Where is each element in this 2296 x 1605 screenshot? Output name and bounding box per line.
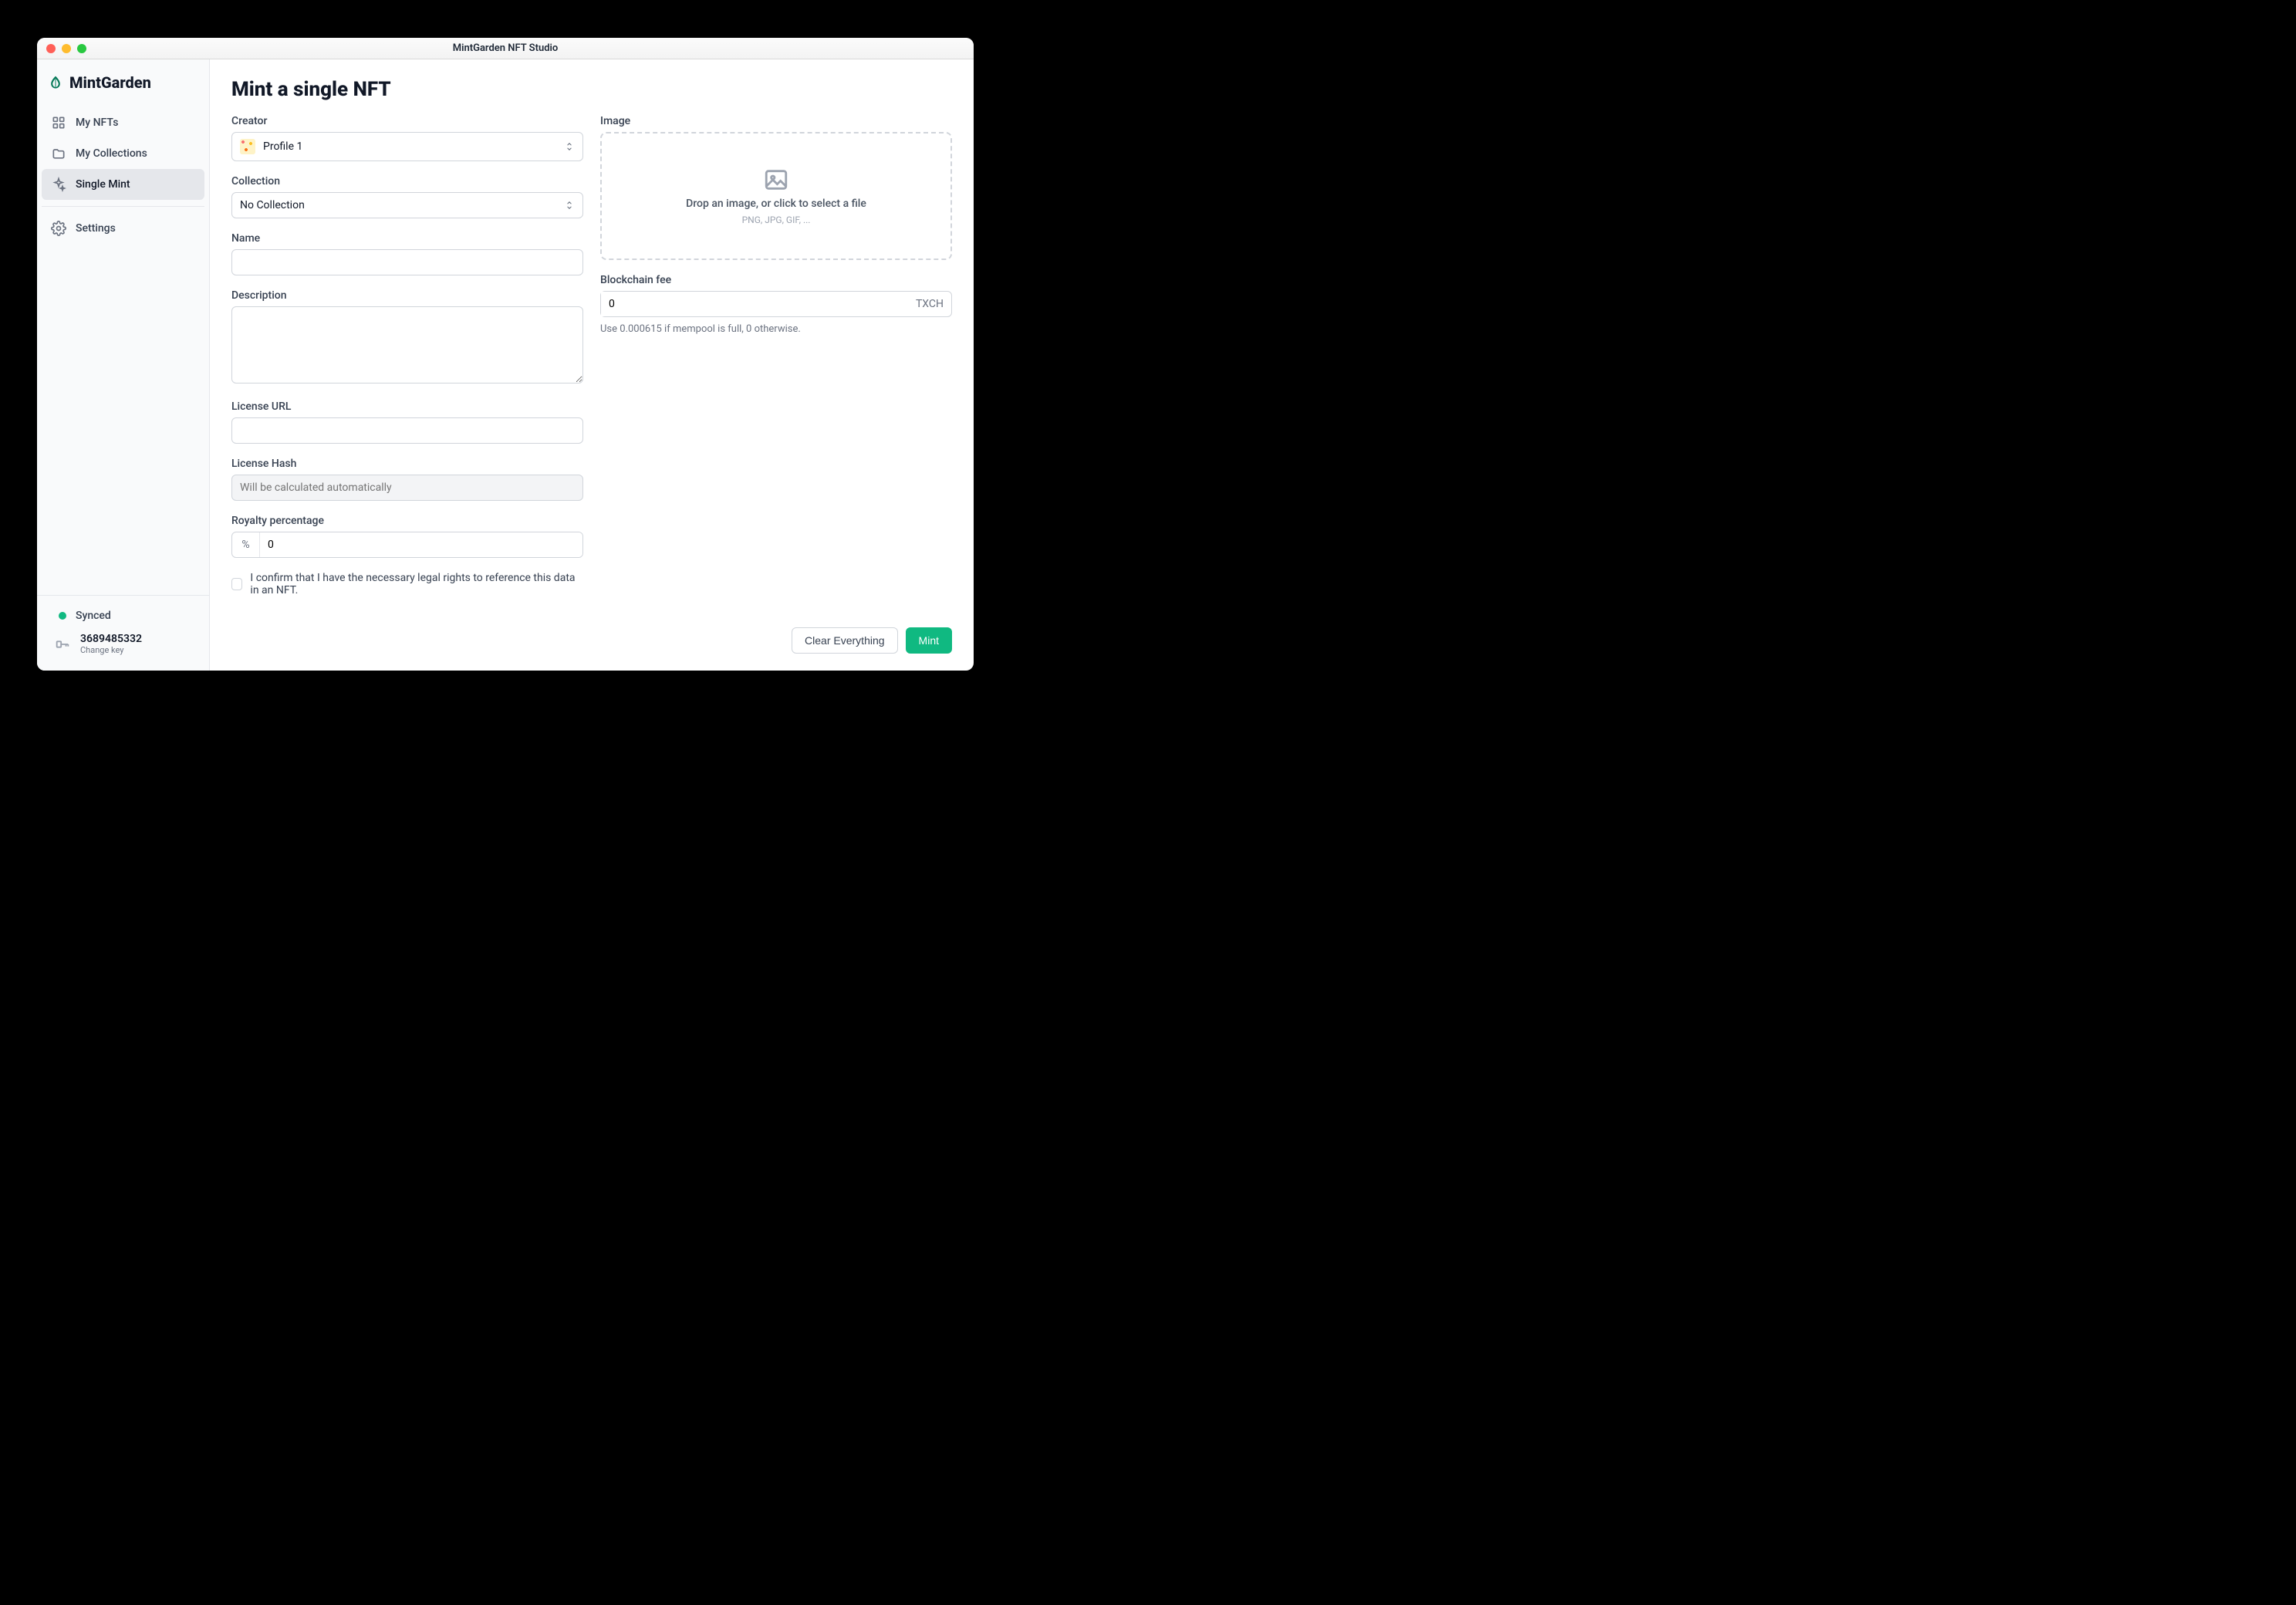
- name-label: Name: [231, 232, 583, 245]
- app-window: MintGarden NFT Studio MintGarden My NFTs: [37, 38, 974, 671]
- status-dot-icon: [59, 612, 66, 620]
- dropzone-title: Drop an image, or click to select a file: [686, 198, 866, 210]
- folder-icon: [51, 146, 66, 161]
- sidebar-item-label: Single Mint: [76, 178, 130, 191]
- license-url-label: License URL: [231, 400, 583, 413]
- close-window-button[interactable]: [46, 44, 56, 53]
- sparkle-icon: [51, 177, 66, 192]
- royalty-label: Royalty percentage: [231, 515, 583, 527]
- sidebar: MintGarden My NFTs My Collections: [37, 59, 210, 671]
- gear-icon: [51, 221, 66, 236]
- name-input[interactable]: [231, 249, 583, 275]
- titlebar: MintGarden NFT Studio: [37, 38, 974, 59]
- description-textarea[interactable]: [231, 306, 583, 384]
- footer-actions: Clear Everything Mint: [210, 615, 974, 671]
- sidebar-item-my-nfts[interactable]: My NFTs: [42, 107, 204, 138]
- sync-text: Synced: [76, 610, 111, 622]
- creator-value: Profile 1: [263, 140, 302, 153]
- nav-separator: [42, 206, 204, 207]
- creator-label: Creator: [231, 115, 583, 127]
- sidebar-item-label: My Collections: [76, 147, 147, 160]
- page-title: Mint a single NFT: [231, 78, 952, 101]
- grid-icon: [51, 115, 66, 130]
- royalty-field: %: [231, 532, 583, 558]
- confirm-label: I confirm that I have the necessary lega…: [250, 572, 583, 596]
- fee-suffix: TXCH: [908, 298, 951, 310]
- fee-input[interactable]: [601, 292, 908, 316]
- chevron-updown-icon: [564, 200, 575, 211]
- creator-select[interactable]: Profile 1: [231, 132, 583, 161]
- sidebar-footer: Synced 3689485332 Change key: [37, 595, 209, 671]
- chevron-updown-icon: [564, 141, 575, 152]
- sidebar-item-my-collections[interactable]: My Collections: [42, 138, 204, 169]
- nav: My NFTs My Collections Single Mint: [37, 103, 209, 248]
- collection-label: Collection: [231, 175, 583, 188]
- royalty-input[interactable]: [260, 532, 582, 557]
- description-label: Description: [231, 289, 583, 302]
- leaf-icon: [48, 75, 63, 90]
- profile-avatar-icon: [240, 139, 255, 154]
- dropzone-subtitle: PNG, JPG, GIF, ...: [742, 215, 811, 225]
- sidebar-item-settings[interactable]: Settings: [42, 213, 204, 244]
- percent-icon: %: [232, 532, 260, 557]
- license-hash-input: [231, 475, 583, 501]
- sidebar-item-label: Settings: [76, 222, 116, 235]
- window-title: MintGarden NFT Studio: [37, 42, 974, 54]
- image-label: Image: [600, 115, 952, 127]
- brand-name: MintGarden: [69, 73, 151, 92]
- sidebar-item-label: My NFTs: [76, 117, 118, 129]
- change-key-label: Change key: [80, 645, 142, 655]
- main: Mint a single NFT Creator Profile 1: [210, 59, 974, 671]
- mint-button[interactable]: Mint: [906, 627, 952, 654]
- license-url-input[interactable]: [231, 417, 583, 444]
- minimize-window-button[interactable]: [62, 44, 71, 53]
- license-hash-label: License Hash: [231, 458, 583, 470]
- key-row[interactable]: 3689485332 Change key: [48, 628, 198, 660]
- confirm-checkbox[interactable]: [231, 578, 242, 590]
- maximize-window-button[interactable]: [77, 44, 86, 53]
- sidebar-item-single-mint[interactable]: Single Mint: [42, 169, 204, 200]
- sync-status: Synced: [48, 603, 198, 628]
- collection-value: No Collection: [240, 199, 305, 211]
- collection-select[interactable]: No Collection: [231, 192, 583, 218]
- fee-hint: Use 0.000615 if mempool is full, 0 other…: [600, 323, 952, 335]
- fee-label: Blockchain fee: [600, 274, 952, 286]
- key-number: 3689485332: [80, 633, 142, 645]
- image-icon: [763, 167, 789, 193]
- brand: MintGarden: [37, 59, 209, 103]
- key-icon: [54, 636, 71, 653]
- clear-button[interactable]: Clear Everything: [792, 627, 898, 654]
- image-dropzone[interactable]: Drop an image, or click to select a file…: [600, 132, 952, 260]
- fee-field: TXCH: [600, 291, 952, 317]
- traffic-lights: [46, 44, 86, 53]
